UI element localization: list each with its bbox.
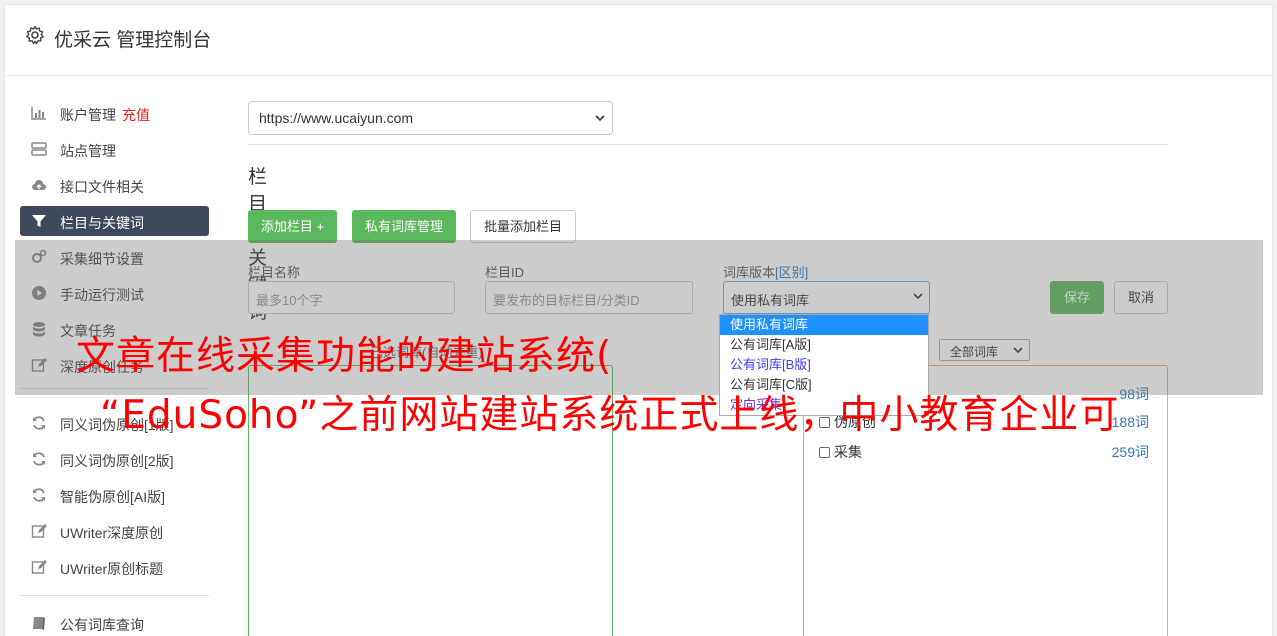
edit-icon <box>31 524 47 538</box>
chevron-down-icon <box>913 293 923 300</box>
all-libs-select[interactable]: 全部词库 <box>939 339 1030 361</box>
sidebar-item-label: UWriter深度原创 <box>60 525 164 541</box>
book-icon <box>33 617 45 630</box>
watermark-line-1: 文章在线采集功能的建站系统( <box>76 334 613 379</box>
checkbox[interactable] <box>819 447 830 458</box>
site-select-value: https://www.ucaiyun.com <box>259 110 414 126</box>
sidebar-item-label: 站点管理 <box>60 143 116 159</box>
cogs-icon <box>32 249 47 263</box>
recharge-badge[interactable]: 充值 <box>122 107 150 123</box>
sidebar-item-label: UWriter原创标题 <box>60 561 164 577</box>
site-select[interactable]: https://www.ucaiyun.com <box>248 101 613 135</box>
sidebar-item-ai-rewrite[interactable]: 智能伪原创[AI版] <box>20 480 209 510</box>
dropdown-option[interactable]: 使用私有词库 <box>720 315 928 335</box>
refresh-icon <box>33 452 45 466</box>
sidebar-item-label: 同义词伪原创[2版] <box>60 453 174 469</box>
chevron-down-icon <box>1013 347 1023 354</box>
sidebar-item-sites[interactable]: 站点管理 <box>20 134 209 164</box>
dropdown-option[interactable]: 公有词库[B版] <box>720 355 928 375</box>
sidebar-item-uwriter-title[interactable]: UWriter原创标题 <box>20 552 209 582</box>
bar-chart-icon <box>31 107 46 120</box>
sidebar-divider <box>20 595 209 596</box>
sidebar-item-label: 账户管理 <box>60 107 116 123</box>
sidebar-item-uwriter-deep[interactable]: UWriter深度原创 <box>20 516 209 546</box>
save-button[interactable]: 保存 <box>1050 281 1104 314</box>
sidebar-item-synonym-v2[interactable]: 同义词伪原创[2版] <box>20 444 209 474</box>
sidebar-item-columns-keywords[interactable]: 栏目与关键词 <box>20 206 209 236</box>
lib-version-select[interactable]: 使用私有词库 <box>723 281 930 314</box>
filter-icon <box>32 215 46 227</box>
column-name-label: 栏目名称 <box>248 265 301 280</box>
sidebar-item-label: 手动运行测试 <box>60 287 144 303</box>
top-bar: 优采云 管理控制台 <box>5 5 1272 76</box>
play-circle-icon <box>32 286 46 300</box>
sidebar-item-label: 公有词库查询 <box>60 617 144 633</box>
chevron-down-icon <box>595 115 605 122</box>
column-id-label: 栏目ID <box>485 265 525 280</box>
lib-item[interactable]: 采集 259词 <box>819 442 1149 462</box>
sidebar-item-collect-settings[interactable]: 采集细节设置 <box>20 242 209 272</box>
private-lib-button[interactable]: 私有词库管理 <box>352 210 456 243</box>
add-column-button[interactable]: 添加栏目 + <box>248 210 337 243</box>
difference-link[interactable]: [区别] <box>775 265 808 280</box>
lib-item-label: 采集 <box>834 444 862 460</box>
refresh-icon <box>33 488 45 502</box>
cloud-upload-icon <box>32 180 46 190</box>
lib-version-label-text: 词库版本 <box>723 265 776 280</box>
database-icon <box>33 322 45 337</box>
gear-icon <box>26 25 44 45</box>
lib-item-count: 98词 <box>1119 386 1149 402</box>
sidebar-item-interface[interactable]: 接口文件相关 <box>20 170 209 200</box>
sidebar-item-label: 接口文件相关 <box>60 179 144 195</box>
edit-icon <box>31 560 47 574</box>
sidebar-item-label: 智能伪原创[AI版] <box>60 489 166 505</box>
server-icon <box>31 142 47 156</box>
sidebar-item-public-lib-query[interactable]: 公有词库查询 <box>20 608 209 636</box>
edit-icon <box>31 358 47 372</box>
refresh-icon <box>33 416 45 430</box>
section-divider <box>248 144 1168 145</box>
all-libs-value: 全部词库 <box>950 345 999 359</box>
app-title: 优采云 管理控制台 <box>54 30 212 51</box>
lib-item-count: 259词 <box>1111 444 1149 460</box>
column-name-input[interactable]: 最多10个字 <box>248 281 455 314</box>
sidebar-item-account[interactable]: 账户管理 充值 <box>20 98 209 128</box>
lib-version-value: 使用私有词库 <box>731 293 810 308</box>
sidebar-item-label: 采集细节设置 <box>60 251 144 267</box>
watermark-line-2: “EduSoho”之前网站建站系统正式上线，中小教育企业可 <box>100 393 1120 438</box>
dropdown-option[interactable]: 公有词库[A版] <box>720 335 928 355</box>
column-id-input[interactable]: 要发布的目标栏目/分类ID <box>485 281 693 314</box>
lib-version-label: 词库版本[区别] <box>723 262 808 281</box>
cancel-button[interactable]: 取消 <box>1114 281 1168 314</box>
sidebar-item-manual-run[interactable]: 手动运行测试 <box>20 278 209 308</box>
batch-add-button[interactable]: 批量添加栏目 <box>470 210 576 243</box>
sidebar-item-label: 栏目与关键词 <box>60 215 144 231</box>
